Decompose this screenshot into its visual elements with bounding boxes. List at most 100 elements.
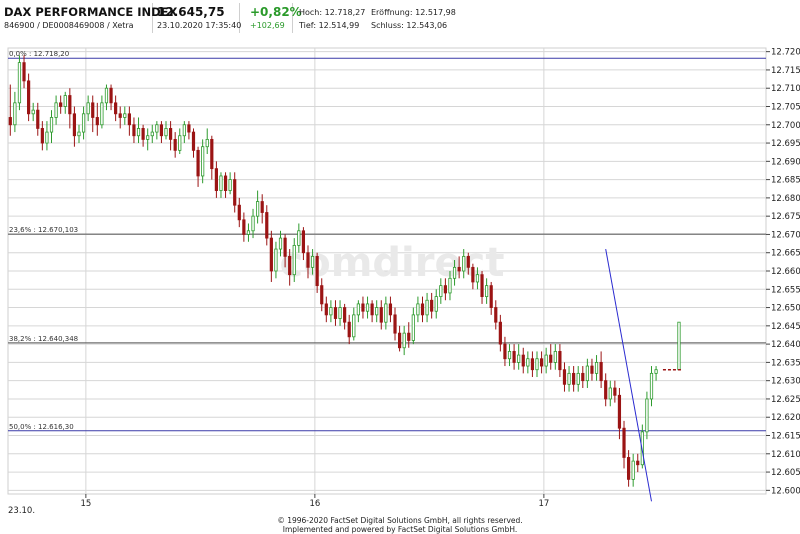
y-tick-label: 12.610 xyxy=(771,450,800,460)
candle-down xyxy=(471,266,475,283)
fib-label: 50,0% : 12.616,30 xyxy=(9,423,74,431)
candle-down xyxy=(512,351,516,363)
candle-up xyxy=(544,354,548,367)
candle-up xyxy=(104,87,109,104)
candle-up xyxy=(356,303,360,316)
candle-down xyxy=(141,128,145,140)
candle-up xyxy=(228,179,232,191)
candle-down xyxy=(494,307,498,323)
price-cell: 12.645,75 23.10.2020 17:35:40 xyxy=(153,3,242,33)
stat-close: Schluss: 12.543,06 xyxy=(371,21,447,30)
y-tick-label: 12.650 xyxy=(771,304,800,314)
candle-down xyxy=(521,354,525,367)
candle-up xyxy=(77,131,81,137)
candle-down xyxy=(388,303,393,316)
stat-low-value: 12.514,99 xyxy=(318,21,360,30)
candle-up xyxy=(164,128,168,137)
candle-up xyxy=(274,248,278,272)
y-tick-label: 12.700 xyxy=(771,121,800,131)
candle-down xyxy=(214,168,218,191)
candle-down xyxy=(361,303,365,312)
change-cell: +0,82% +102,69 xyxy=(246,3,302,33)
candle-up xyxy=(439,285,443,297)
candle-up xyxy=(553,351,557,363)
candle-up xyxy=(329,307,333,316)
stat-close-label: Schluss: xyxy=(371,21,404,30)
fib-label: 0,0% : 12.718,20 xyxy=(9,50,69,58)
candle-down xyxy=(622,427,626,458)
candle-down xyxy=(430,299,434,312)
candle-down xyxy=(301,230,306,254)
candle-down xyxy=(109,87,113,104)
candle-up xyxy=(251,215,255,232)
candle-up xyxy=(352,314,356,338)
candle-down xyxy=(8,117,12,126)
candle-up xyxy=(631,460,635,480)
candle-down xyxy=(397,332,402,349)
candle-up xyxy=(49,117,54,133)
candle-down xyxy=(498,321,502,345)
candle-up xyxy=(567,372,571,385)
y-tick-label: 12.660 xyxy=(771,267,800,277)
candle-down xyxy=(320,285,324,305)
candle-down xyxy=(265,212,269,239)
candle-down xyxy=(118,113,122,118)
change-absolute: +102,69 xyxy=(250,21,285,30)
candle-down xyxy=(168,128,173,140)
candle-up xyxy=(507,351,512,360)
candle-up xyxy=(654,369,658,374)
candle-up xyxy=(594,361,599,374)
candle-up xyxy=(375,307,379,316)
candle-down xyxy=(393,314,397,334)
candle-up xyxy=(649,372,654,400)
y-tick-label: 12.715 xyxy=(771,66,800,76)
candle-up xyxy=(526,358,530,367)
candle-down xyxy=(562,369,567,385)
y-tick-label: 12.675 xyxy=(771,212,800,222)
y-tick-label: 12.690 xyxy=(771,157,800,167)
candle-up xyxy=(246,230,251,235)
footer-copyright: © 1996-2020 FactSet Digital Solutions Gm… xyxy=(277,516,523,525)
candle-down xyxy=(306,252,310,268)
candle-up xyxy=(182,124,186,137)
fib-label: 23,6% : 12.670,103 xyxy=(9,226,78,234)
candle-down xyxy=(617,394,622,429)
candle-up xyxy=(81,113,86,133)
candle-down xyxy=(466,255,470,268)
candle-up xyxy=(485,285,489,297)
candle-down xyxy=(68,95,72,115)
stat-high-label: Hoch: xyxy=(299,8,323,17)
y-tick-label: 12.640 xyxy=(771,340,800,350)
candle-up xyxy=(425,299,429,316)
candle-up xyxy=(416,303,420,316)
y-tick-label: 12.600 xyxy=(771,486,800,496)
candle-up xyxy=(146,135,150,140)
candle-up xyxy=(86,102,90,115)
y-tick-label: 12.625 xyxy=(771,395,800,405)
candle-up xyxy=(338,307,342,319)
candle-up xyxy=(535,358,539,371)
candle-up xyxy=(45,131,49,144)
candle-down xyxy=(269,237,273,272)
candle-up xyxy=(585,365,589,382)
candle-down xyxy=(613,387,617,396)
candle-up xyxy=(150,131,154,137)
candle-up xyxy=(256,201,260,217)
y-tick-label: 12.670 xyxy=(771,230,800,240)
candle-down xyxy=(420,303,425,316)
candle-down xyxy=(72,113,77,137)
candle-down xyxy=(191,131,196,151)
candle-down xyxy=(558,351,562,371)
stat-open-label: Eröffnung: xyxy=(371,8,413,17)
candle-up xyxy=(576,372,580,385)
candle-up xyxy=(292,245,296,276)
candle-up xyxy=(178,135,182,151)
candle-down xyxy=(333,307,338,319)
candle-up xyxy=(452,266,457,279)
candle-down xyxy=(260,201,264,213)
price-datetime: 23.10.2020 17:35:40 xyxy=(157,21,242,30)
stat-high: Hoch: 12.718,27 xyxy=(299,8,365,17)
y-tick-label: 12.615 xyxy=(771,432,800,442)
y-tick-label: 12.720 xyxy=(771,48,800,58)
candle-down xyxy=(581,372,585,382)
